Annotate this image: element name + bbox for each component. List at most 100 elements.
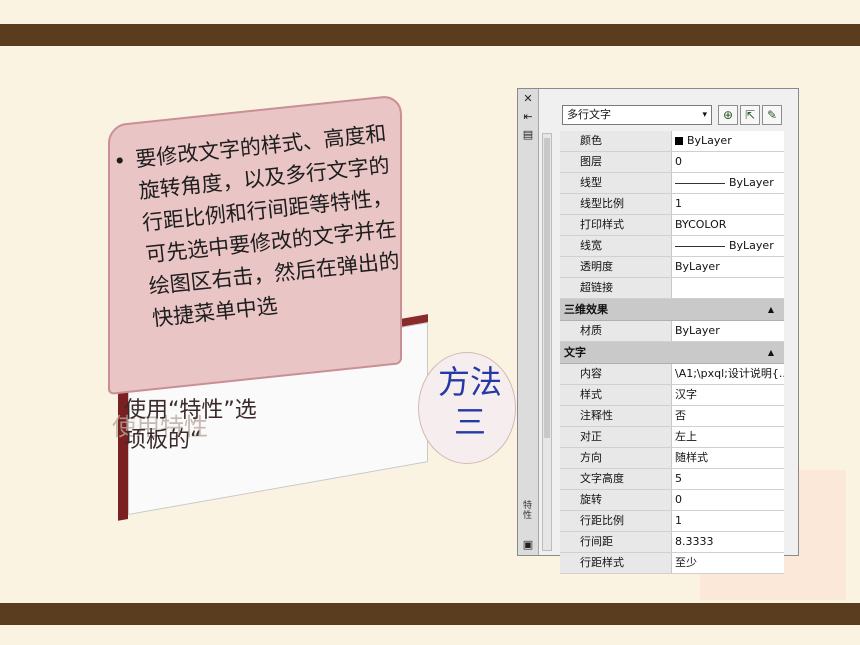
property-value[interactable]: 0 [672,490,784,510]
property-value[interactable]: ByLayer [672,173,784,193]
property-row[interactable]: 样式 汉字 [560,385,784,406]
property-name: 线型比例 [560,194,672,214]
property-name: 行间距 [560,532,672,552]
property-value-text: BYCOLOR [675,218,727,231]
property-name: 超链接 [560,278,672,298]
property-value[interactable]: ByLayer [672,236,784,256]
property-name: 方向 [560,448,672,468]
property-name: 材质 [560,321,672,341]
property-row[interactable]: 线型比例 1 [560,194,784,215]
property-row[interactable]: 对正 左上 [560,427,784,448]
property-value[interactable]: \A1;\pxql;设计说明{... [672,364,784,384]
property-value[interactable]: BYCOLOR [672,215,784,235]
property-value[interactable]: 否 [672,406,784,426]
property-name: 线型 [560,173,672,193]
collapse-caret-icon[interactable]: ▲ [768,299,774,320]
property-value[interactable]: 左上 [672,427,784,447]
property-row[interactable]: 旋转 0 [560,490,784,511]
close-icon[interactable]: ✕ [522,93,534,105]
color-swatch-icon [675,137,683,145]
palette-bottom-icon[interactable]: ▣ [522,539,534,551]
property-value[interactable]: 5 [672,469,784,489]
property-value[interactable]: 8.3333 [672,532,784,552]
property-value-text: 0 [675,155,682,168]
front-card-text: • 要修改文字的样式、高度和旋转角度，以及多行文字的行距比例和行间距等特性，可先… [112,116,420,337]
quick-select-button[interactable]: ✎ [762,105,782,125]
property-name: 图层 [560,152,672,172]
property-value-text: ByLayer [729,239,774,252]
property-row[interactable]: 文字高度 5 [560,469,784,490]
property-value-text: 左上 [675,430,697,443]
property-value[interactable]: ByLayer [672,131,784,151]
property-value[interactable]: 至少 [672,553,784,573]
property-value-text: 汉字 [675,388,697,401]
palette-scrollbar[interactable] [542,133,552,551]
property-value-text: 否 [675,409,686,422]
property-row[interactable]: 超链接 [560,278,784,299]
property-row[interactable]: 线宽 ByLayer [560,236,784,257]
chevron-down-icon: ▾ [702,110,707,120]
property-row[interactable]: 行距样式 至少 [560,553,784,574]
property-value[interactable]: 汉字 [672,385,784,405]
palette-vertical-title: 特性 [523,501,533,521]
property-row[interactable]: 内容 \A1;\pxql;设计说明{... [560,364,784,385]
property-name: 注释性 [560,406,672,426]
property-value[interactable]: ByLayer [672,321,784,341]
properties-menu-icon[interactable]: ▤ [522,129,534,141]
property-value[interactable]: 随样式 [672,448,784,468]
front-card-body: 要修改文字的样式、高度和旋转角度，以及多行文字的行距比例和行间距等特性，可先选中… [134,121,401,331]
object-type-select[interactable]: 多行文字 ▾ [562,105,712,125]
property-value-text: ByLayer [729,176,774,189]
collapse-caret-icon[interactable]: ▲ [768,342,774,363]
property-row[interactable]: 图层 0 [560,152,784,173]
property-value[interactable]: ByLayer [672,257,784,277]
properties-palette: ✕ ⇤ ▤ 特性 ▣ 多行文字 ▾ ⊕ ⇱ ✎ 颜色 ByLayer 图层 0 线型 By… [517,88,799,574]
property-value-text: 1 [675,514,682,527]
property-name: 样式 [560,385,672,405]
property-value[interactable]: 0 [672,152,784,172]
toggle-pickadd-button[interactable]: ⊕ [718,105,738,125]
property-row[interactable]: 材质 ByLayer [560,321,784,342]
section-3d-effects[interactable]: 三维效果 ▲ [560,299,784,321]
property-row[interactable]: 注释性否 [560,406,784,427]
property-value-text: 至少 [675,556,697,569]
section-text[interactable]: 文字 ▲ [560,342,784,364]
back-card-line-1: 使用“特性”选 [124,398,257,423]
property-grid: 颜色 ByLayer 图层 0 线型 ByLayer 线型比例 1 打印样式 BYCOLOR 线宽 B… [560,131,784,574]
property-row[interactable]: 行间距 8.3333 [560,532,784,553]
property-value[interactable]: 1 [672,511,784,531]
linetype-sample-icon [675,245,725,247]
property-value-text: 5 [675,472,682,485]
property-name: 旋转 [560,490,672,510]
property-value-text: 随样式 [675,451,708,464]
property-row[interactable]: 方向 随样式 [560,448,784,469]
property-value-text: ByLayer [687,134,732,147]
property-value[interactable] [672,278,784,298]
property-row[interactable]: 行距比例 1 [560,511,784,532]
3d-group: 材质 ByLayer [560,321,784,342]
property-name: 线宽 [560,236,672,256]
property-name: 对正 [560,427,672,447]
property-value[interactable]: 1 [672,194,784,214]
property-name: 行距比例 [560,511,672,531]
back-card-line-2: 项板的“ [124,428,202,453]
method-line-2: 三 [453,403,486,441]
property-name: 颜色 [560,131,672,151]
property-value-text: 1 [675,197,682,210]
section-3d-label: 三维效果 [564,303,608,316]
property-row[interactable]: 透明度 ByLayer [560,257,784,278]
property-row[interactable]: 线型 ByLayer [560,173,784,194]
select-objects-button[interactable]: ⇱ [740,105,760,125]
palette-title-strip[interactable]: ✕ ⇤ ▤ 特性 ▣ [518,89,539,555]
autohide-icon[interactable]: ⇤ [522,111,534,123]
object-type-value: 多行文字 [567,108,611,121]
bullet-marker: • [112,148,128,174]
text-group: 内容 \A1;\pxql;设计说明{... 样式 汉字 注释性否对正 左上 方向 随样式 文字高… [560,364,784,574]
property-row[interactable]: 颜色 ByLayer [560,131,784,152]
bottom-band [0,603,860,625]
property-row[interactable]: 打印样式 BYCOLOR [560,215,784,236]
property-name: 行距样式 [560,553,672,573]
property-name: 透明度 [560,257,672,277]
scrollbar-thumb[interactable] [544,138,550,438]
top-band [0,24,860,46]
